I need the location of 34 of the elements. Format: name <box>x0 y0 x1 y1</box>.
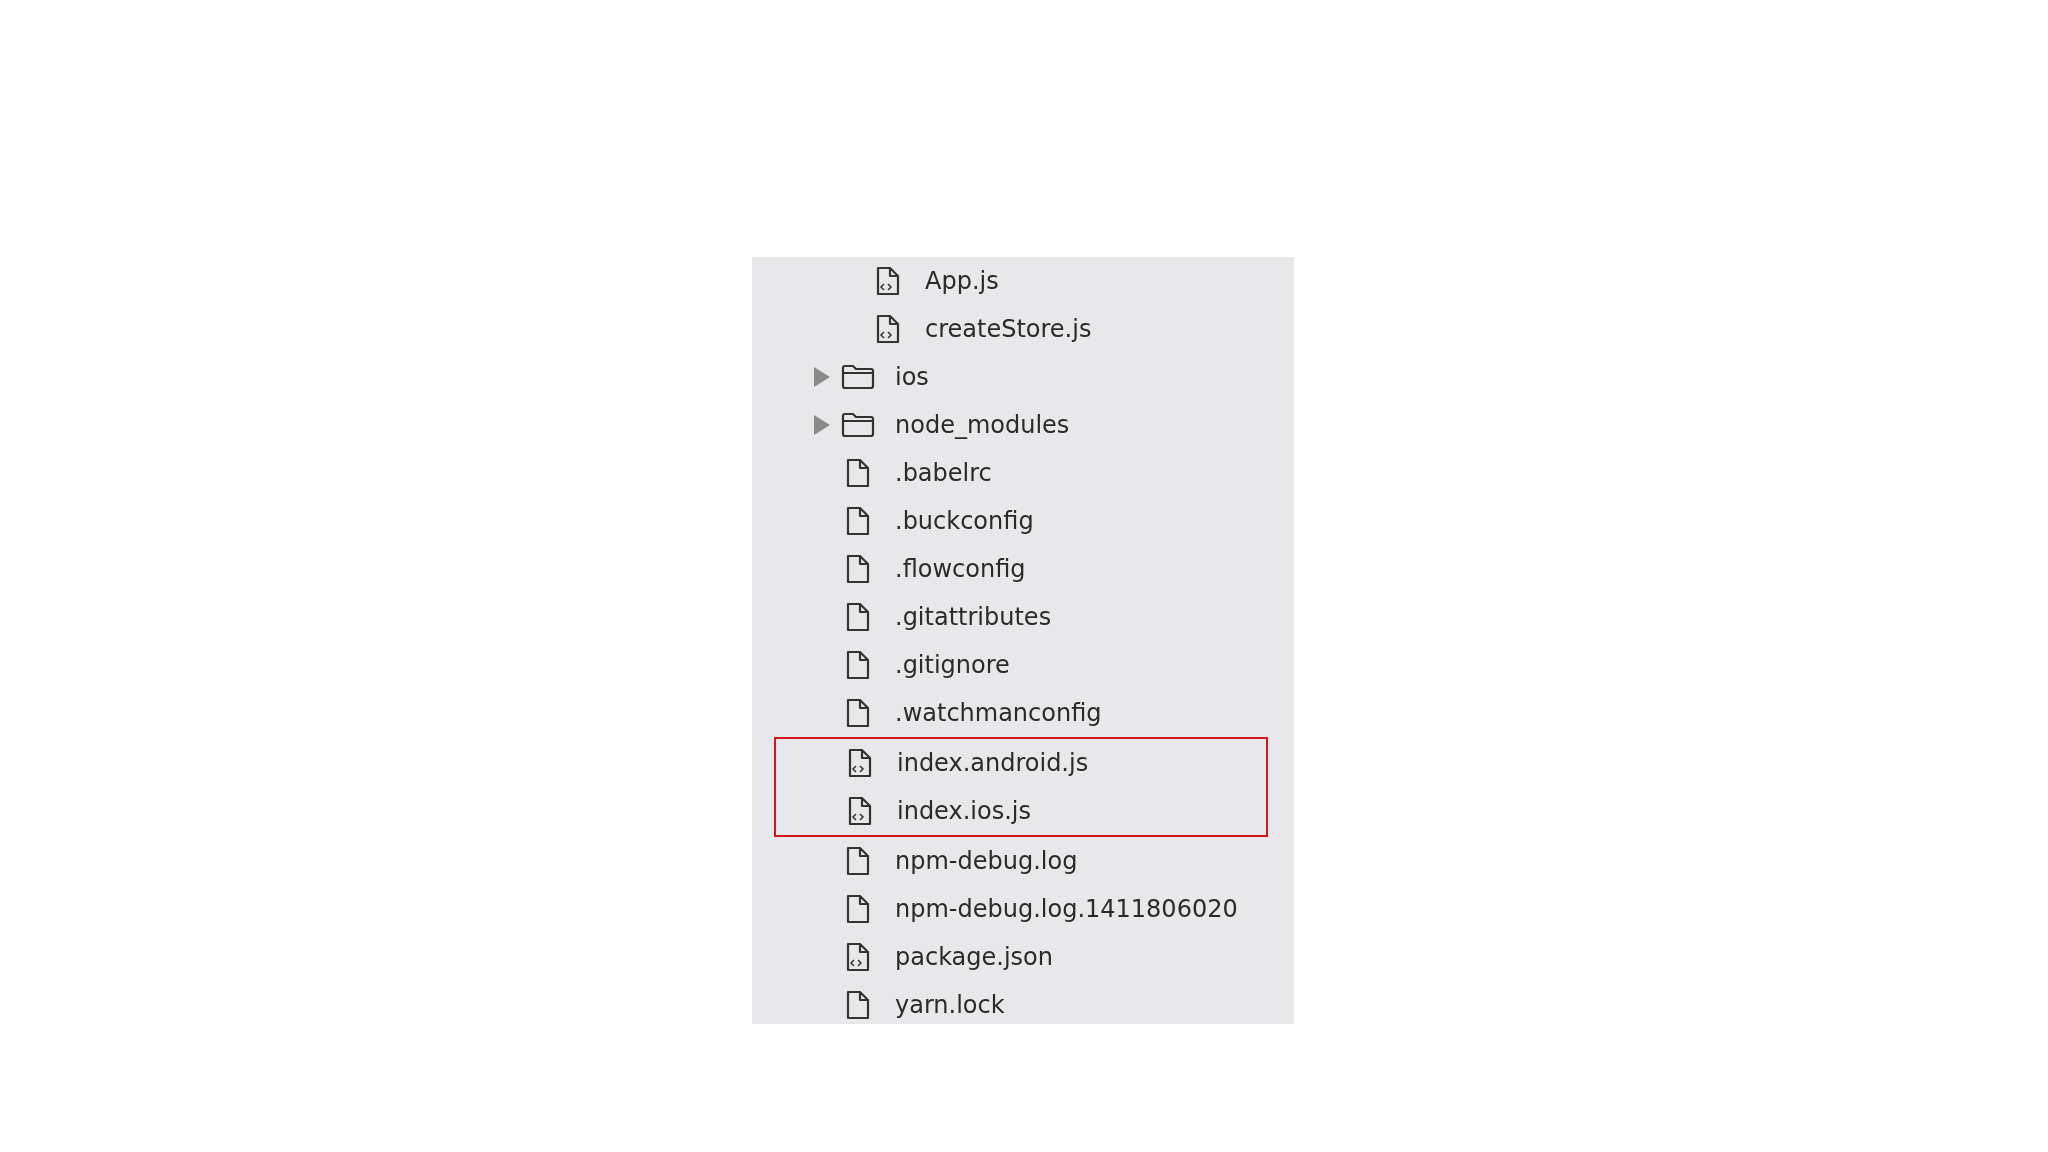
code-file-icon <box>846 942 870 972</box>
file-name[interactable]: index.ios.js <box>897 797 1031 825</box>
code-file-icon <box>876 314 900 344</box>
file-icon <box>846 650 870 680</box>
file-name[interactable]: .flowconfig <box>895 555 1026 583</box>
file-name[interactable]: .gitignore <box>895 651 1010 679</box>
file-icon <box>846 698 870 728</box>
file-icon <box>846 894 870 924</box>
file-icon <box>846 506 870 536</box>
file-name[interactable]: yarn.lock <box>895 991 1005 1019</box>
code-file-icon <box>848 796 872 826</box>
file-name[interactable]: npm-debug.log.1411806020 <box>895 895 1238 923</box>
folder-icon <box>841 364 875 390</box>
file-name[interactable]: node_modules <box>895 411 1070 439</box>
file-icon <box>846 458 870 488</box>
file-name[interactable]: npm-debug.log <box>895 847 1078 875</box>
expand-arrow-icon[interactable] <box>812 366 832 388</box>
file-icon <box>846 846 870 876</box>
file-name[interactable]: App.js <box>925 267 999 295</box>
file-name[interactable]: package.json <box>895 943 1053 971</box>
file-icon <box>846 990 870 1020</box>
file-name[interactable]: index.android.js <box>897 749 1089 777</box>
code-file-icon <box>876 266 900 296</box>
file-icon <box>846 602 870 632</box>
file-name[interactable]: .gitattributes <box>895 603 1052 631</box>
file-name[interactable]: .babelrc <box>895 459 992 487</box>
file-name[interactable]: .watchmanconfig <box>895 699 1102 727</box>
file-icon <box>846 554 870 584</box>
code-file-icon <box>848 748 872 778</box>
file-name[interactable]: createStore.js <box>925 315 1092 343</box>
file-name[interactable]: ios <box>895 363 929 391</box>
folder-icon <box>841 412 875 438</box>
file-name[interactable]: .buckconfig <box>895 507 1034 535</box>
expand-arrow-icon[interactable] <box>812 414 832 436</box>
